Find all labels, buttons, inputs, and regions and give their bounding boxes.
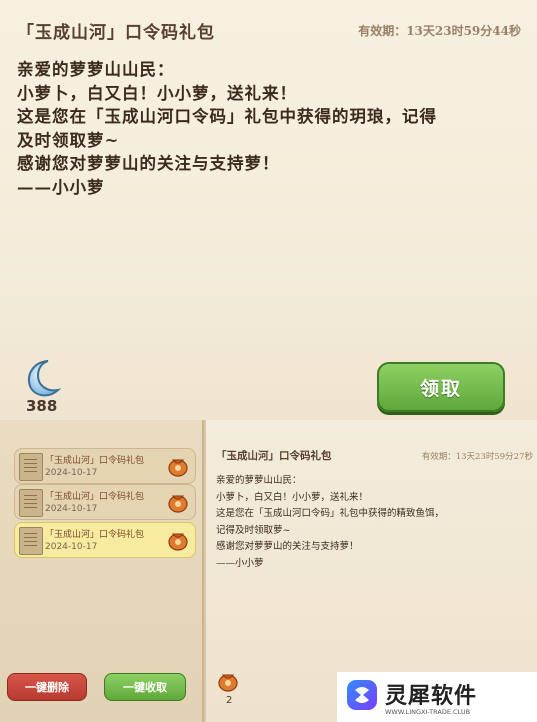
brand-name: 灵犀软件: [385, 684, 478, 709]
mail-list-item[interactable]: 「玉成山河」口令码礼包 2024-10-17: [14, 448, 196, 484]
mail-detail-large: 「玉成山河」口令码礼包 有效期：13天23时59分44秒 亲爱的萝萝山山民： 小…: [0, 0, 537, 420]
mail-expiry: 有效期：13天23时59分44秒: [358, 24, 521, 38]
watermark: 灵犀软件 WWW.LINGXI-TRADE.CLUB: [337, 672, 537, 722]
letter-icon: [19, 453, 43, 481]
mail-body: 亲爱的萝萝山山民： 小萝卜，白又白！小小萝，送礼来！ 这是您在「玉成山河口令码」…: [17, 60, 437, 197]
mail-item-date: 2024-10-17: [45, 468, 98, 478]
currency-count: 388: [26, 397, 58, 415]
mail-item-title: 「玉成山河」口令码礼包: [45, 530, 145, 540]
delete-all-button[interactable]: 一键删除: [7, 673, 87, 701]
mail-item-date: 2024-10-17: [45, 504, 98, 514]
letter-icon: [19, 527, 43, 555]
reward-bag-icon: [168, 459, 188, 477]
mail-item-date: 2024-10-17: [45, 542, 98, 552]
brand-logo-icon: [347, 680, 377, 710]
mail-item-title: 「玉成山河」口令码礼包: [45, 492, 145, 502]
letter-icon: [19, 489, 43, 517]
collect-all-button[interactable]: 一键收取: [104, 673, 186, 701]
mail-list-item[interactable]: 「玉成山河」口令码礼包 2024-10-17: [14, 484, 196, 520]
mail-title: 「玉成山河」口令码礼包: [216, 450, 332, 462]
crescent-moon-icon: [28, 360, 62, 397]
mail-list: 「玉成山河」口令码礼包 2024-10-17 「玉成山河」口令码礼包 2024-…: [0, 420, 204, 722]
reward-bag-icon: [168, 533, 188, 551]
brand-url: WWW.LINGXI-TRADE.CLUB: [385, 708, 471, 716]
reward-count: 2: [226, 695, 233, 706]
mail-title: 「玉成山河」口令码礼包: [17, 23, 215, 43]
reward-bag-icon: [168, 495, 188, 513]
mail-item-title: 「玉成山河」口令码礼包: [45, 456, 145, 466]
mail-list-item-selected[interactable]: 「玉成山河」口令码礼包 2024-10-17: [14, 522, 196, 558]
mail-expiry: 有效期：13天23时59分27秒: [421, 452, 533, 462]
reward-bag-icon[interactable]: [217, 670, 239, 692]
claim-button[interactable]: 领取: [377, 362, 505, 412]
mail-body: 亲爱的萝萝山山民： 小萝卜，白又白！小小萝，送礼来！ 这是您在「玉成山河口令码」…: [216, 475, 445, 569]
